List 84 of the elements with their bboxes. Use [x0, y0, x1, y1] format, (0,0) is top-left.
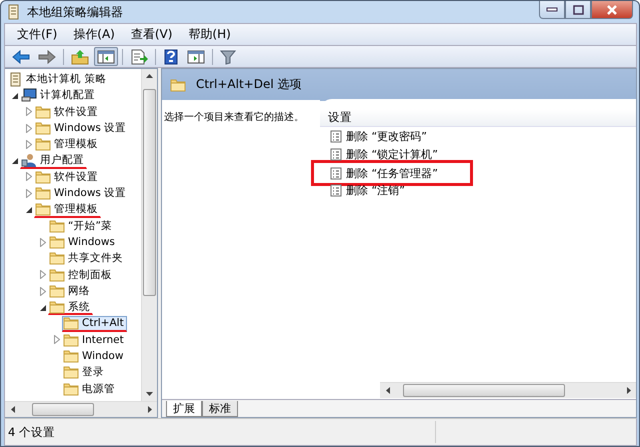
tree-toggle-button[interactable] [94, 47, 118, 66]
maximize-button[interactable] [565, 1, 591, 19]
setting-item[interactable]: 删除 “锁定计算机” [322, 146, 472, 163]
policy-icon [7, 4, 21, 20]
horizontal-scrollbar[interactable] [5, 401, 157, 417]
user-icon [21, 153, 37, 168]
minimize-button[interactable] [539, 1, 565, 19]
setting-icon [330, 184, 342, 198]
tree-item[interactable]: 管理模板 [34, 202, 101, 218]
minimize-icon [546, 6, 558, 12]
folder-icon [35, 121, 51, 136]
window-title: 本地组策略编辑器 [27, 4, 124, 20]
folder-icon [35, 104, 51, 119]
setting-icon [330, 166, 342, 180]
folder-icon [35, 186, 51, 200]
menu-item[interactable]: 文件(F) [11, 24, 64, 45]
scroll-thumb[interactable] [143, 89, 156, 296]
folder-icon [63, 365, 79, 380]
tree-item[interactable]: 本地计算机 策略 [8, 71, 110, 88]
folder-icon [63, 332, 79, 347]
tree-item[interactable]: 登录 [62, 364, 107, 380]
folder-icon [49, 218, 65, 233]
collapsed-arrow-icon[interactable] [54, 335, 60, 344]
tree-item[interactable]: Ctrl+Alt [62, 316, 127, 332]
tree-item[interactable]: 计算机配置 [20, 87, 98, 104]
pane-title: Ctrl+Alt+Del 选项 [196, 76, 302, 93]
tree-item[interactable]: 网络 [48, 283, 93, 299]
computer-icon [21, 88, 37, 102]
tree-item[interactable]: 用户配置 [20, 152, 87, 169]
folder-icon [49, 251, 65, 266]
expanded-arrow-icon[interactable] [12, 92, 18, 99]
tree-item[interactable]: 控制面板 [48, 266, 115, 283]
folder-icon [170, 78, 186, 92]
tree-item[interactable]: Windows [48, 234, 118, 250]
setting-icon [330, 148, 342, 161]
horizontal-scrollbar[interactable] [380, 382, 636, 398]
menu-item[interactable]: 操作(A) [67, 24, 121, 45]
folder-icon [35, 137, 51, 152]
maximize-icon [572, 4, 584, 14]
tree-item[interactable]: Internet [62, 332, 127, 348]
tree-item[interactable]: Window [62, 348, 126, 364]
setting-item[interactable]: 删除 “任务管理器” [311, 160, 473, 186]
folder-icon [35, 170, 51, 184]
setting-item[interactable]: 删除 “更改密码” [322, 128, 472, 146]
close-icon [605, 4, 619, 14]
folder-icon [63, 349, 79, 364]
view-tab[interactable]: 扩展 [166, 401, 202, 417]
tree-item[interactable]: 软件设置 [34, 104, 101, 120]
folder-icon [49, 284, 65, 298]
tree-item[interactable]: 管理模板 [34, 136, 101, 152]
scroll-thumb[interactable] [32, 403, 94, 416]
expanded-arrow-icon[interactable] [40, 304, 46, 311]
close-button[interactable] [591, 1, 633, 19]
scroll-right-icon[interactable] [148, 406, 152, 413]
tree-item[interactable]: 电源管 [62, 380, 118, 397]
folder-icon [63, 382, 79, 396]
tree-item[interactable]: Windows 设置 [34, 185, 130, 202]
scroll-up-icon[interactable] [146, 74, 153, 78]
vertical-scrollbar[interactable] [141, 69, 157, 401]
expanded-arrow-icon[interactable] [12, 157, 18, 164]
menu-item[interactable]: 帮助(H) [182, 24, 237, 45]
view-tab[interactable]: 标准 [202, 401, 238, 417]
folder-icon [63, 316, 79, 330]
tree-item[interactable]: 共享文件夹 [48, 250, 126, 266]
expanded-arrow-icon[interactable] [26, 206, 32, 214]
folder-icon [49, 235, 65, 250]
scroll-left-icon[interactable] [10, 406, 14, 413]
folder-icon [35, 202, 51, 216]
scroll-thumb[interactable] [403, 384, 565, 397]
column-header[interactable]: 设置 [320, 109, 636, 127]
setting-icon [330, 130, 342, 144]
menu-item[interactable]: 查看(V) [124, 24, 178, 45]
scroll-left-icon[interactable] [386, 387, 390, 394]
folder-icon [49, 268, 65, 282]
scroll-down-icon[interactable] [146, 392, 153, 396]
tree-item[interactable]: “开始”菜 [48, 218, 115, 234]
description-text: 选择一个项目来查看它的描述。 [164, 112, 304, 123]
collapsed-arrow-icon[interactable] [40, 238, 46, 247]
tree-item[interactable]: Windows 设置 [34, 120, 130, 136]
tree-item[interactable]: 软件设置 [34, 168, 101, 185]
scroll-right-icon[interactable] [626, 387, 630, 394]
status-text: 4 个设置 [7, 424, 56, 440]
folder-icon [49, 300, 65, 314]
policy-icon [9, 72, 23, 87]
